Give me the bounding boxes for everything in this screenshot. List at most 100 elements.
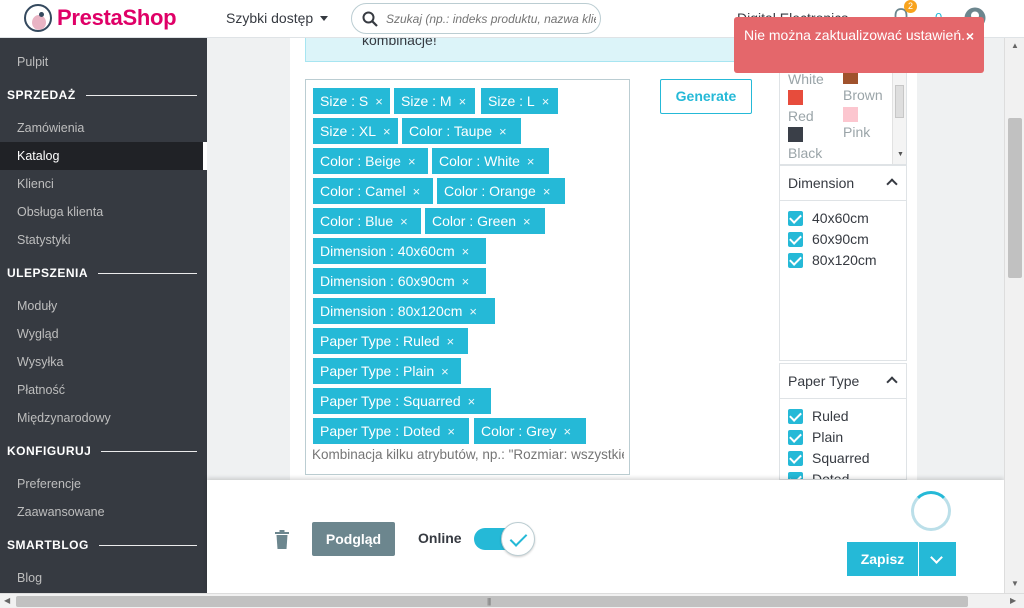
preview-button[interactable]: Podgląd	[312, 522, 395, 556]
filter-option[interactable]: Ruled	[788, 408, 849, 424]
paper-type-filter-title: Paper Type	[788, 373, 860, 389]
checkbox-checked-icon[interactable]	[788, 450, 803, 466]
remove-tag-icon[interactable]: ×	[413, 184, 421, 199]
sidebar-item[interactable]: Obsługa klienta	[0, 198, 207, 226]
remove-tag-icon[interactable]: ×	[383, 124, 391, 139]
checkbox-checked-icon[interactable]	[788, 429, 803, 445]
filter-option[interactable]: 80x120cm	[788, 252, 877, 268]
prestashop-logo[interactable]: PrestaShop	[24, 4, 177, 32]
scroll-down-icon[interactable]: ▼	[897, 151, 904, 158]
attribute-tag-label: Color : Camel	[320, 183, 406, 199]
section-divider	[101, 450, 197, 452]
scroll-up-icon[interactable]: ▲	[1011, 41, 1019, 50]
sidebar-item[interactable]: Zaawansowane	[0, 498, 207, 526]
sidebar-item[interactable]: Pulpit	[0, 48, 207, 76]
sidebar-item[interactable]: Zamówienia	[0, 114, 207, 142]
checkmark-icon	[501, 522, 535, 556]
remove-tag-icon[interactable]: ×	[542, 94, 550, 109]
dimension-filter-options: 40x60cm 60x90cm 80x120cm	[779, 201, 907, 361]
sidebar-item[interactable]: Międzynarodowy	[0, 404, 207, 432]
puffin-logo-icon	[24, 4, 52, 32]
color-swatch[interactable]	[788, 127, 803, 142]
page-horizontal-scrollbar[interactable]: ◀ ||| ▶	[0, 593, 1024, 608]
generate-button[interactable]: Generate	[660, 79, 752, 114]
remove-tag-icon[interactable]: ×	[527, 154, 535, 169]
page-vertical-scrollbar[interactable]: ▲ ▼	[1004, 38, 1024, 593]
sidebar-item[interactable]: Wygląd	[0, 320, 207, 348]
attribute-tag-label: Color : Blue	[320, 213, 394, 229]
paper-type-filter-header[interactable]: Paper Type	[779, 363, 907, 399]
checkbox-checked-icon[interactable]	[788, 231, 803, 247]
search-input[interactable]	[386, 11, 596, 26]
sidebar-item[interactable]: Blog	[0, 564, 207, 592]
online-toggle[interactable]	[474, 522, 536, 556]
attribute-tag-label: Color : White	[439, 153, 520, 169]
filter-option-label: 80x120cm	[812, 252, 877, 268]
remove-tag-icon[interactable]: ×	[468, 394, 476, 409]
sidebar-item[interactable]: Katalog	[0, 142, 207, 170]
remove-tag-icon[interactable]: ×	[447, 424, 455, 439]
remove-tag-icon[interactable]: ×	[469, 304, 477, 319]
remove-tag-icon[interactable]: ×	[499, 124, 507, 139]
paper-type-filter-options: Ruled Plain Squarred Doted	[779, 399, 907, 480]
sidebar-section-heading: SPRZEDAŻ	[7, 88, 197, 102]
sidebar-item[interactable]: Klienci	[0, 170, 207, 198]
attribute-tag-label: Size : L	[488, 93, 535, 109]
remove-tag-icon[interactable]: ×	[543, 184, 551, 199]
remove-tag-icon[interactable]: ×	[459, 94, 467, 109]
sidebar-item[interactable]: Moduły	[0, 292, 207, 320]
dimension-filter-header[interactable]: Dimension	[779, 165, 907, 201]
search-box[interactable]	[351, 3, 601, 34]
sidebar-item[interactable]: Wysyłka	[0, 348, 207, 376]
delete-trash-icon[interactable]	[274, 530, 290, 554]
notifications-badge: 2	[904, 0, 917, 13]
attribute-combination-input[interactable]	[312, 447, 624, 462]
vertical-scroll-thumb[interactable]	[1008, 118, 1022, 278]
filter-option[interactable]: Squarred	[788, 450, 870, 466]
filter-option[interactable]: 40x60cm	[788, 210, 869, 226]
close-icon[interactable]: ×	[966, 27, 974, 45]
search-icon	[362, 11, 378, 27]
sidebar-item[interactable]: Preferencje	[0, 470, 207, 498]
color-swatch-label: Red	[788, 108, 814, 124]
remove-tag-icon[interactable]: ×	[462, 274, 470, 289]
remove-tag-icon[interactable]: ×	[441, 364, 449, 379]
filter-option-label: Plain	[812, 429, 844, 445]
attribute-tag: Color : Green ×	[425, 208, 545, 234]
scroll-right-icon[interactable]: ▶	[1010, 596, 1016, 605]
attribute-tag: Color : Grey ×	[474, 418, 586, 444]
attribute-tag: Color : Beige ×	[313, 148, 428, 174]
attribute-tag: Paper Type : Squarred ×	[313, 388, 491, 414]
scroll-left-icon[interactable]: ◀	[4, 596, 10, 605]
sidebar-item[interactable]: Statystyki	[0, 226, 207, 254]
attribute-tag-label: Color : Taupe	[409, 123, 493, 139]
remove-tag-icon[interactable]: ×	[447, 334, 455, 349]
save-button[interactable]: Zapisz	[847, 542, 918, 576]
color-list-scroll-thumb[interactable]	[895, 85, 904, 118]
remove-tag-icon[interactable]: ×	[462, 244, 470, 259]
attribute-tag-label: Dimension : 80x120cm	[320, 303, 463, 319]
checkbox-checked-icon[interactable]	[788, 408, 803, 424]
remove-tag-icon[interactable]: ×	[523, 214, 531, 229]
color-swatch[interactable]	[843, 107, 858, 122]
remove-tag-icon[interactable]: ×	[375, 94, 383, 109]
checkbox-checked-icon[interactable]	[788, 252, 803, 268]
save-options-dropdown-button[interactable]	[919, 542, 956, 576]
remove-tag-icon[interactable]: ×	[400, 214, 408, 229]
filter-option[interactable]: Plain	[788, 429, 843, 445]
attribute-tag: Dimension : 60x90cm ×	[313, 268, 486, 294]
remove-tag-icon[interactable]: ×	[563, 424, 571, 439]
sidebar-item[interactable]: Płatność	[0, 376, 207, 404]
color-swatch[interactable]	[788, 90, 803, 105]
scroll-down-icon[interactable]: ▼	[1011, 579, 1019, 588]
filter-option[interactable]: Doted	[788, 471, 850, 480]
checkbox-checked-icon[interactable]	[788, 210, 803, 226]
quick-access-dropdown[interactable]: Szybki dostęp	[226, 10, 329, 26]
attribute-tag: Paper Type : Ruled ×	[313, 328, 468, 354]
checkbox-checked-icon[interactable]	[788, 471, 803, 479]
attribute-tag-label: Color : Green	[432, 213, 517, 229]
horizontal-scroll-thumb[interactable]: |||	[16, 596, 968, 607]
remove-tag-icon[interactable]: ×	[408, 154, 416, 169]
filter-option-label: Doted	[812, 471, 850, 480]
filter-option[interactable]: 60x90cm	[788, 231, 869, 247]
